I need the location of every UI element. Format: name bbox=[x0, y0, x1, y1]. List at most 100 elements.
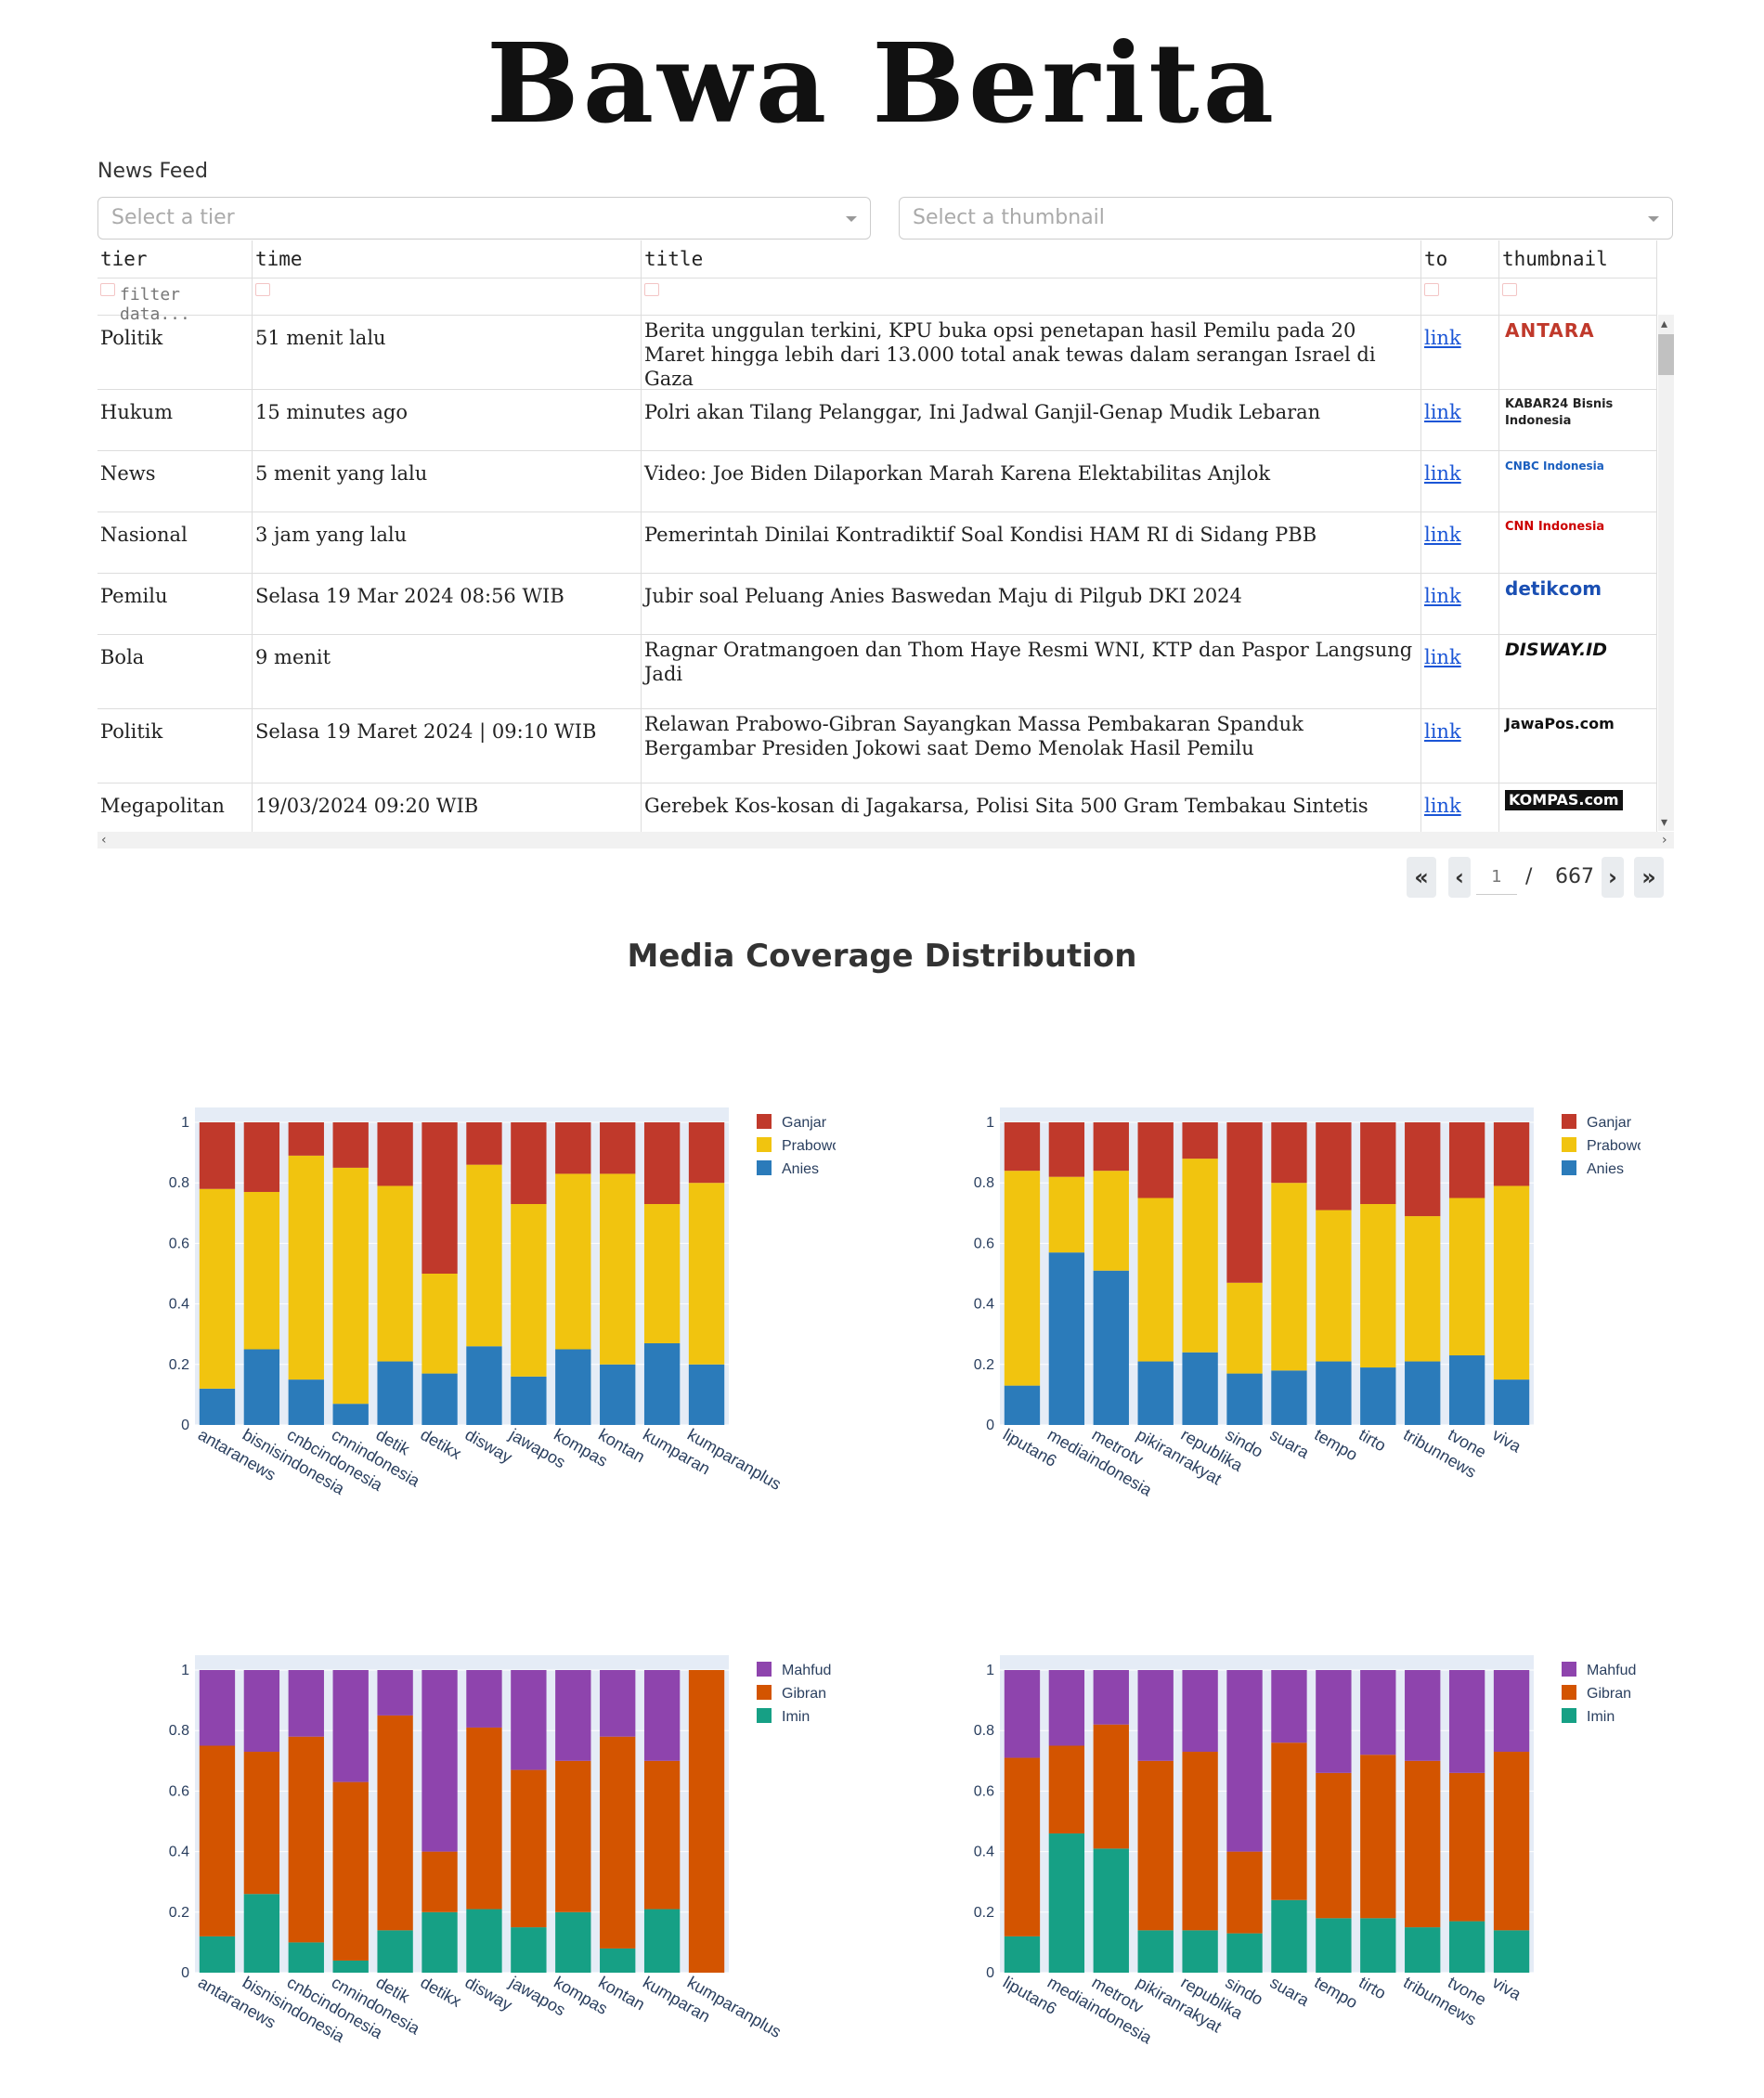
bar-segment-gibran[interactable] bbox=[555, 1760, 591, 1912]
scroll-down-icon[interactable]: ▾ bbox=[1661, 814, 1667, 831]
column-header-time[interactable]: time bbox=[253, 240, 642, 278]
bar-segment-gibran[interactable] bbox=[1004, 1757, 1041, 1936]
bar-segment-prabowo[interactable] bbox=[1182, 1159, 1218, 1353]
legend-label[interactable]: Prabowo bbox=[782, 1138, 836, 1154]
legend-label[interactable]: Ganjar bbox=[782, 1115, 827, 1131]
bar-segment-mahfud[interactable] bbox=[288, 1670, 324, 1737]
bar-segment-prabowo[interactable] bbox=[1226, 1282, 1263, 1374]
bar-segment-anies[interactable] bbox=[422, 1373, 458, 1425]
bar-segment-anies[interactable] bbox=[1448, 1355, 1485, 1425]
bar-segment-ganjar[interactable] bbox=[643, 1122, 681, 1205]
bar-segment-anies[interactable] bbox=[643, 1342, 681, 1425]
bar-segment-ganjar[interactable] bbox=[1093, 1122, 1129, 1172]
bar-segment-gibran[interactable] bbox=[243, 1752, 280, 1895]
bar-segment-mahfud[interactable] bbox=[1093, 1670, 1129, 1725]
vertical-scrollbar[interactable] bbox=[1658, 315, 1674, 831]
bar-segment-imin[interactable] bbox=[1004, 1936, 1041, 1973]
bar-segment-prabowo[interactable] bbox=[422, 1274, 458, 1374]
bar-segment-ganjar[interactable] bbox=[199, 1122, 236, 1189]
last-page-button[interactable]: » bbox=[1634, 857, 1664, 898]
bar-segment-ganjar[interactable] bbox=[422, 1122, 458, 1274]
bar-segment-gibran[interactable] bbox=[1137, 1760, 1174, 1931]
bar-segment-prabowo[interactable] bbox=[1316, 1210, 1352, 1362]
bar-segment-gibran[interactable] bbox=[1182, 1752, 1218, 1931]
bar-segment-ganjar[interactable] bbox=[1360, 1122, 1396, 1205]
bar-segment-anies[interactable] bbox=[199, 1388, 236, 1425]
bar-segment-mahfud[interactable] bbox=[1271, 1670, 1307, 1743]
bar-segment-imin[interactable] bbox=[422, 1911, 458, 1973]
legend-label[interactable]: Prabowo bbox=[1587, 1138, 1641, 1154]
bar-segment-gibran[interactable] bbox=[511, 1769, 547, 1928]
bar-segment-anies[interactable] bbox=[1137, 1361, 1174, 1425]
bar-segment-mahfud[interactable] bbox=[1448, 1670, 1485, 1773]
tier-select[interactable]: Select a tier bbox=[97, 197, 871, 240]
bar-segment-mahfud[interactable] bbox=[1048, 1670, 1085, 1746]
row-link[interactable]: link bbox=[1424, 646, 1461, 668]
row-link[interactable]: link bbox=[1424, 401, 1461, 423]
bar-segment-mahfud[interactable] bbox=[555, 1670, 591, 1761]
bar-segment-ganjar[interactable] bbox=[1405, 1122, 1441, 1217]
row-link[interactable]: link bbox=[1424, 327, 1461, 349]
bar-segment-mahfud[interactable] bbox=[377, 1670, 413, 1716]
bar-segment-gibran[interactable] bbox=[199, 1745, 236, 1936]
bar-segment-gibran[interactable] bbox=[332, 1781, 369, 1961]
column-header-to[interactable]: to bbox=[1421, 240, 1499, 278]
bar-segment-gibran[interactable] bbox=[1493, 1752, 1530, 1931]
bar-segment-anies[interactable] bbox=[1226, 1373, 1263, 1425]
filter-tier[interactable]: filter data... bbox=[97, 278, 253, 324]
filter-checkbox[interactable] bbox=[1502, 283, 1517, 296]
bar-segment-gibran[interactable] bbox=[1226, 1851, 1263, 1934]
bar-segment-anies[interactable] bbox=[1360, 1367, 1396, 1425]
row-link[interactable]: link bbox=[1424, 462, 1461, 485]
vertical-scrollbar-thumb[interactable] bbox=[1658, 334, 1674, 375]
bar-segment-imin[interactable] bbox=[1182, 1930, 1218, 1973]
bar-segment-gibran[interactable] bbox=[1405, 1760, 1441, 1928]
bar-segment-prabowo[interactable] bbox=[1405, 1216, 1441, 1362]
bar-segment-ganjar[interactable] bbox=[1493, 1122, 1530, 1186]
scroll-right-icon[interactable]: › bbox=[1662, 832, 1667, 848]
bar-segment-imin[interactable] bbox=[199, 1936, 236, 1973]
bar-segment-ganjar[interactable] bbox=[1137, 1122, 1174, 1198]
bar-segment-prabowo[interactable] bbox=[1493, 1185, 1530, 1380]
bar-segment-anies[interactable] bbox=[377, 1361, 413, 1425]
bar-segment-ganjar[interactable] bbox=[377, 1122, 413, 1186]
bar-segment-mahfud[interactable] bbox=[643, 1670, 681, 1761]
legend-swatch[interactable] bbox=[1562, 1662, 1576, 1677]
prev-page-button[interactable]: ‹ bbox=[1448, 857, 1471, 898]
row-link[interactable]: link bbox=[1424, 795, 1461, 817]
bar-segment-prabowo[interactable] bbox=[466, 1164, 502, 1347]
bar-segment-prabowo[interactable] bbox=[600, 1173, 636, 1365]
bar-segment-prabowo[interactable] bbox=[1271, 1183, 1307, 1371]
bar-segment-imin[interactable] bbox=[243, 1894, 280, 1973]
legend-label[interactable]: Anies bbox=[782, 1161, 819, 1177]
bar-segment-anies[interactable] bbox=[1405, 1361, 1441, 1425]
bar-segment-prabowo[interactable] bbox=[1004, 1171, 1041, 1386]
bar-segment-ganjar[interactable] bbox=[600, 1122, 636, 1174]
legend-swatch[interactable] bbox=[757, 1137, 772, 1152]
bar-segment-mahfud[interactable] bbox=[243, 1670, 280, 1753]
row-link[interactable]: link bbox=[1424, 524, 1461, 546]
bar-segment-prabowo[interactable] bbox=[1137, 1198, 1174, 1362]
bar-segment-anies[interactable] bbox=[1271, 1370, 1307, 1425]
bar-segment-gibran[interactable] bbox=[1271, 1742, 1307, 1900]
bar-segment-mahfud[interactable] bbox=[422, 1670, 458, 1852]
bar-segment-mahfud[interactable] bbox=[1316, 1670, 1352, 1773]
legend-swatch[interactable] bbox=[757, 1662, 772, 1677]
scroll-left-icon[interactable]: ‹ bbox=[101, 832, 107, 848]
bar-segment-gibran[interactable] bbox=[377, 1715, 413, 1931]
bar-segment-mahfud[interactable] bbox=[511, 1670, 547, 1770]
bar-segment-ganjar[interactable] bbox=[688, 1122, 725, 1184]
legend-label[interactable]: Gibran bbox=[1587, 1686, 1631, 1702]
bar-segment-ganjar[interactable] bbox=[1182, 1122, 1218, 1159]
first-page-button[interactable]: « bbox=[1407, 857, 1436, 898]
bar-segment-prabowo[interactable] bbox=[288, 1155, 324, 1380]
bar-segment-imin[interactable] bbox=[466, 1909, 502, 1973]
column-header-thumbnail[interactable]: thumbnail bbox=[1499, 240, 1657, 278]
legend-swatch[interactable] bbox=[757, 1685, 772, 1700]
filter-to[interactable] bbox=[1421, 278, 1499, 315]
bar-segment-ganjar[interactable] bbox=[288, 1122, 324, 1156]
bar-segment-gibran[interactable] bbox=[466, 1727, 502, 1910]
bar-segment-ganjar[interactable] bbox=[1004, 1122, 1041, 1172]
column-header-title[interactable]: title bbox=[642, 240, 1421, 278]
bar-segment-anies[interactable] bbox=[600, 1364, 636, 1425]
